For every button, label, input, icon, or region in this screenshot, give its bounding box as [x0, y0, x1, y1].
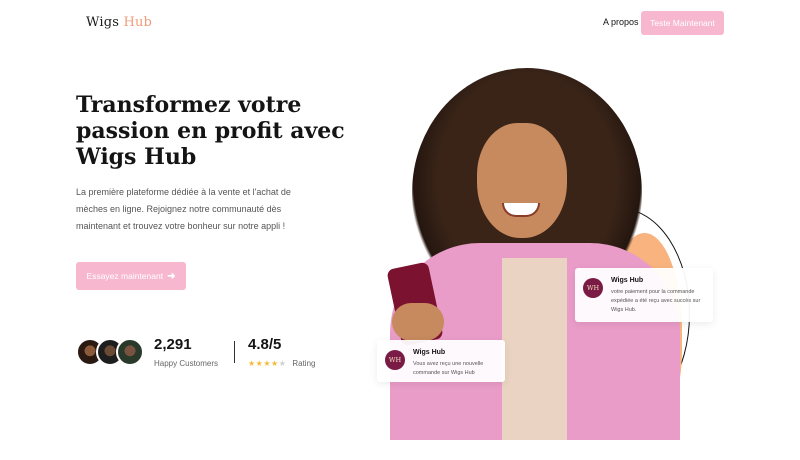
rating-stars: ★★★★★: [248, 359, 286, 368]
star-empty-icon: ★: [278, 359, 287, 368]
site-header: Wigs Hub A propos Teste Maintenant: [0, 0, 800, 46]
notification-title: Wigs Hub: [413, 349, 446, 356]
header-cta-button[interactable]: Teste Maintenant: [641, 11, 724, 35]
star-filled-icon: ★: [271, 359, 279, 368]
hero-title: Transformez votre passion en profit avec…: [76, 92, 345, 170]
rating-value: 4.8/5: [248, 336, 282, 353]
hero-image: [372, 58, 702, 440]
rating-stat: 4.8/5 ★★★★★ Rating: [248, 336, 315, 368]
customers-label: Happy Customers: [154, 359, 219, 368]
logo-accent: Hub: [123, 15, 153, 30]
customers-count: 2,291: [154, 336, 192, 353]
customer-avatars: [76, 338, 146, 368]
brand-badge-icon: WH: [583, 278, 603, 298]
rating-label: Rating: [292, 359, 316, 368]
notification-card-order: WH Wigs Hub Vous avez reçu une nouvelle …: [377, 340, 505, 382]
stats-divider: [234, 341, 235, 363]
brand-badge-icon: WH: [385, 350, 405, 370]
nav-about-link[interactable]: A propos: [603, 17, 639, 27]
customers-stat: 2,291 Happy Customers: [154, 336, 218, 368]
model-face: [477, 123, 567, 238]
logo-wordmark: Wigs: [86, 15, 120, 30]
star-filled-icon: ★: [263, 359, 272, 368]
notification-body: Vous avez reçu une nouvelle commande sur…: [413, 361, 484, 376]
model-hand: [392, 303, 444, 341]
hero-description: La première plateforme dédiée à la vente…: [76, 187, 291, 231]
hero-cta-label: Essayez maintenant: [86, 271, 164, 281]
notification-title: Wigs Hub: [611, 277, 644, 284]
hero-cta-button[interactable]: Essayez maintenant ➜: [76, 262, 186, 290]
avatar: [116, 338, 144, 366]
arrow-right-icon: ➜: [167, 270, 176, 282]
model-shirt: [502, 258, 567, 440]
notification-body: votre paiement pour la commande expédiée…: [611, 289, 701, 313]
logo[interactable]: Wigs Hub: [86, 15, 152, 30]
notification-card-payment: WH Wigs Hub votre paiement pour la comma…: [575, 268, 713, 322]
star-filled-icon: ★: [248, 359, 256, 368]
